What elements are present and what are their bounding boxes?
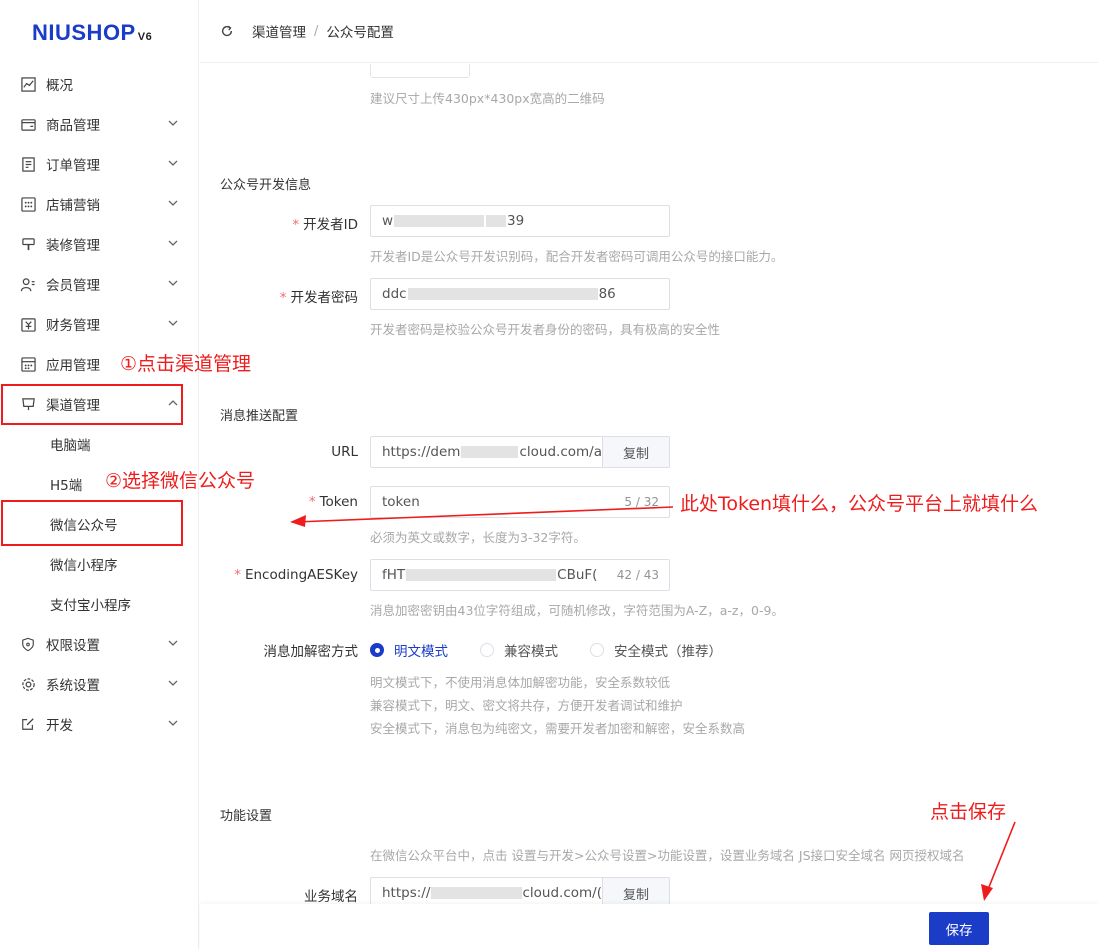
- save-arrow-line: [986, 821, 1016, 893]
- save-arrow-head: [981, 884, 993, 901]
- annotation-arrows: [290, 506, 1016, 901]
- token-arrow-line: [295, 506, 674, 523]
- token-arrow-head: [290, 515, 306, 527]
